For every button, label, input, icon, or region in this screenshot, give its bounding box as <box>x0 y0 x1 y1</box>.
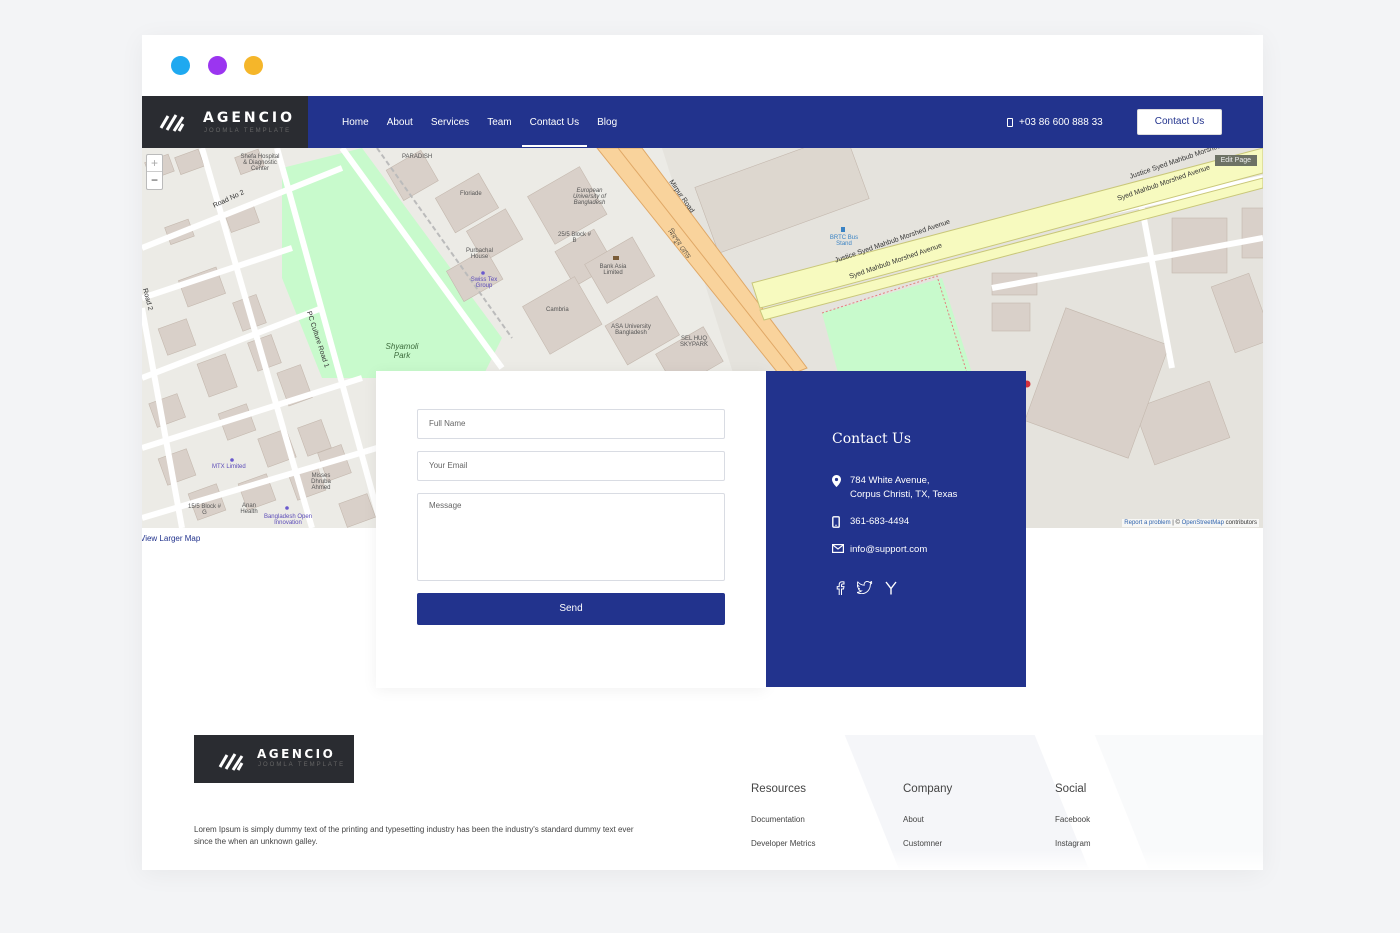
map-label-block-b: 25/5 Block # B <box>557 232 592 244</box>
brand-tagline: JOOMLA TEMPLATE <box>204 128 292 134</box>
footer-column-title: Company <box>903 783 953 795</box>
social-links <box>835 580 909 600</box>
footer-brand-tagline: JOOMLA TEMPLATE <box>258 762 346 768</box>
map-label-mtx: MTX Limited <box>212 464 246 470</box>
map-label-bank-asia: Bank Asia Limited <box>599 264 627 276</box>
mobile-phone-icon <box>1007 118 1013 127</box>
address-line-2: Corpus Christi, TX, Texas <box>850 489 958 500</box>
contact-info-panel: Contact Us 784 White Avenue, Corpus Chri… <box>766 371 1026 687</box>
phone-row[interactable]: 361-683-4494 <box>832 515 909 529</box>
nav-item-home[interactable]: Home <box>342 117 369 128</box>
map-label-missess: Misses Dhruba Ahmed <box>311 473 331 491</box>
nav-item-team[interactable]: Team <box>487 117 511 128</box>
map-label-bangladesh-open: Bangladesh Open Innovation <box>263 514 313 526</box>
window-controls <box>142 35 1263 96</box>
map-zoom-control: + − <box>146 154 163 190</box>
edit-page-button[interactable]: Edit Page <box>1214 155 1257 166</box>
email-row[interactable]: info@support.com <box>832 543 927 557</box>
map-label-anan: Anan Health <box>240 503 258 515</box>
facebook-icon[interactable] <box>835 581 845 600</box>
contact-phone: 361-683-4494 <box>850 516 910 527</box>
nav-item-blog[interactable]: Blog <box>597 117 617 128</box>
contact-us-button[interactable]: Contact Us <box>1137 109 1222 135</box>
map-pin-icon <box>832 474 850 502</box>
agencio-logo-icon <box>159 114 185 132</box>
zoom-out-button[interactable]: − <box>147 172 162 189</box>
nav-item-about[interactable]: About <box>387 117 413 128</box>
message-textarea[interactable]: Message <box>417 493 725 581</box>
twitter-icon[interactable] <box>855 580 873 600</box>
send-button[interactable]: Send <box>417 593 725 625</box>
map-label-swiss: Swiss Tex Group <box>470 277 498 289</box>
map-attribution: Report a problem | © OpenStreetMap contr… <box>1122 519 1259 527</box>
contact-email: info@support.com <box>850 544 928 555</box>
footer-column-title: Social <box>1055 783 1087 795</box>
footer-link-about[interactable]: About <box>903 815 952 824</box>
map-label-block-g: 15/5 Block # G <box>187 504 222 516</box>
browser-window: AGENCIO JOOMLA TEMPLATE Home About Servi… <box>142 35 1263 870</box>
map-label-paradish: PARADISH <box>402 154 433 160</box>
maximize-dot[interactable] <box>244 56 263 75</box>
map-label-asa: ASA University Bangladesh <box>611 324 651 336</box>
address-line-1: 784 White Avenue, <box>850 475 930 486</box>
footer-fade <box>142 850 1263 870</box>
openstreetmap-link[interactable]: OpenStreetMap <box>1182 520 1224 526</box>
attribution-separator: | © <box>1170 520 1182 526</box>
address-row: 784 White Avenue, Corpus Christi, TX, Te… <box>832 474 957 502</box>
contact-form: Full Name Your Email Message Send <box>376 371 766 688</box>
map-label-purbachal: Purbachal House <box>465 248 494 260</box>
brand-logo-block[interactable]: AGENCIO JOOMLA TEMPLATE <box>142 96 308 148</box>
footer-link-documentation[interactable]: Documentation <box>751 815 815 824</box>
footer-link-developer-metrics[interactable]: Developer Metrics <box>751 839 815 848</box>
map-label-shefa: Shefa Hospital & Diagnostic Center <box>240 154 280 172</box>
view-larger-map-link[interactable]: View Larger Map <box>142 534 200 543</box>
map-label-brtc: BRTC Bus Stand <box>829 235 859 247</box>
contact-info-title: Contact Us <box>832 431 912 447</box>
map-label-floriade: Floriade <box>460 191 482 197</box>
footer-link-facebook[interactable]: Facebook <box>1055 815 1091 824</box>
agencio-logo-icon <box>218 753 244 771</box>
map-label-eub: European University of Bangladesh <box>572 188 606 206</box>
footer-brand-name: AGENCIO <box>257 747 336 761</box>
brand-name: AGENCIO <box>203 110 295 126</box>
header-phone-number: +03 86 600 888 33 <box>1019 117 1103 128</box>
main-menu: Home About Services Team Contact Us Blog <box>342 117 635 147</box>
footer-column-title: Resources <box>751 783 806 795</box>
footer-link-customer[interactable]: Customner <box>903 839 952 848</box>
zoom-in-button[interactable]: + <box>147 155 162 172</box>
footer-link-instagram[interactable]: Instagram <box>1055 839 1091 848</box>
map-label-park: Shyamoli Park <box>385 342 419 360</box>
ycombinator-icon[interactable] <box>885 581 897 600</box>
minimize-dot[interactable] <box>208 56 227 75</box>
full-name-input[interactable]: Full Name <box>417 409 725 439</box>
header-phone[interactable]: +03 86 600 888 33 <box>1007 117 1103 128</box>
map-label-cambria: Cambria <box>546 307 569 313</box>
nav-item-contact-us[interactable]: Contact Us <box>521 117 588 147</box>
mobile-phone-icon <box>832 515 850 529</box>
report-problem-link[interactable]: Report a problem <box>1124 520 1170 526</box>
attribution-tail: contributors <box>1223 520 1257 526</box>
footer-description: Lorem Ipsum is simply dummy text of the … <box>194 825 634 846</box>
nav-item-services[interactable]: Services <box>431 117 469 128</box>
footer-logo[interactable]: AGENCIO JOOMLA TEMPLATE <box>194 735 354 783</box>
close-dot[interactable] <box>171 56 190 75</box>
map-label-sel: SEL HUQ SKYPARK <box>680 336 708 348</box>
navbar: AGENCIO JOOMLA TEMPLATE Home About Servi… <box>142 96 1263 148</box>
email-input[interactable]: Your Email <box>417 451 725 481</box>
envelope-icon <box>832 543 850 557</box>
